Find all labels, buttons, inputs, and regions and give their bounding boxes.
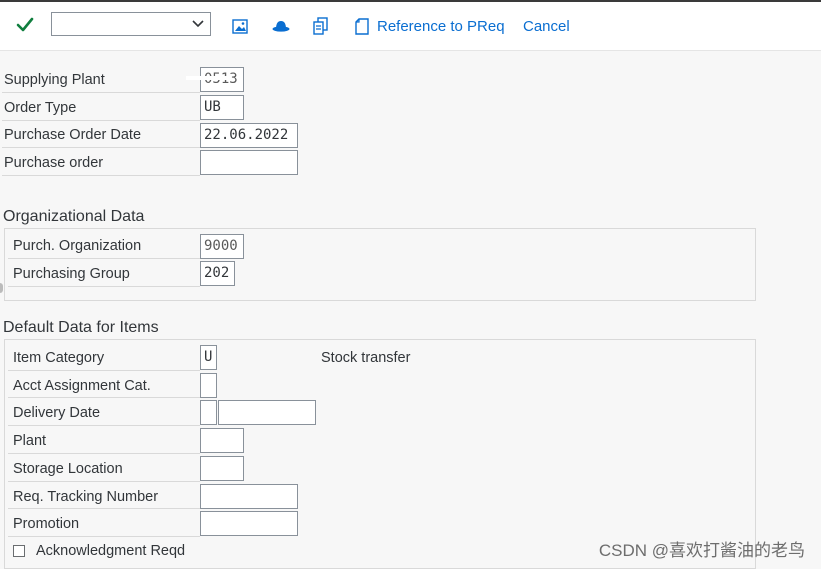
command-dropdown[interactable] <box>51 12 211 36</box>
acct-assignment-cat-label: Acct Assignment Cat. <box>13 378 151 394</box>
plant-input[interactable] <box>200 428 244 453</box>
purch-organization-input[interactable]: 9000 <box>200 234 244 259</box>
order-type-label: Order Type <box>4 100 77 116</box>
divider <box>8 508 200 509</box>
divider <box>2 120 200 121</box>
storage-location-label: Storage Location <box>13 461 123 477</box>
divider <box>2 175 200 176</box>
item-category-description: Stock transfer <box>321 350 411 366</box>
divider <box>8 453 200 454</box>
purchase-order-input[interactable] <box>200 150 298 175</box>
acct-assignment-cat-input[interactable] <box>200 373 217 398</box>
watermark: CSDN @喜欢打酱油的老鸟 <box>598 541 805 560</box>
divider <box>8 481 200 482</box>
purchase-order-date-label: Purchase Order Date <box>4 127 142 143</box>
divider <box>8 536 200 537</box>
divider <box>8 286 200 287</box>
reference-to-preq-button[interactable]: Reference to PReq <box>377 18 505 35</box>
check-icon[interactable] <box>16 17 34 33</box>
image-icon[interactable] <box>232 19 248 34</box>
copy-icon[interactable] <box>313 17 329 35</box>
divider <box>8 258 200 259</box>
storage-location-input[interactable] <box>200 456 244 481</box>
chevron-down-icon <box>192 20 204 28</box>
plant-label: Plant <box>13 433 47 449</box>
redaction-mark <box>202 252 242 255</box>
req-tracking-number-label: Req. Tracking Number <box>13 489 159 505</box>
scroll-edge-marker <box>0 283 3 293</box>
divider <box>8 425 200 426</box>
default-data-title: Default Data for Items <box>3 319 159 336</box>
acknowledgment-label: Acknowledgment Reqd <box>36 543 186 559</box>
promotion-input[interactable] <box>200 511 298 536</box>
delivery-date-input[interactable] <box>218 400 316 425</box>
supplying-plant-label: Supplying Plant <box>4 72 105 88</box>
delivery-date-label: Delivery Date <box>13 405 101 421</box>
document-icon[interactable] <box>355 18 369 35</box>
organizational-data-title: Organizational Data <box>3 208 145 225</box>
default-data-group <box>4 339 756 569</box>
req-tracking-number-input[interactable] <box>200 484 298 509</box>
divider <box>8 397 200 398</box>
toolbar: Reference to PReq Cancel <box>0 2 821 51</box>
promotion-label: Promotion <box>13 516 80 532</box>
acknowledgment-checkbox[interactable] <box>13 545 25 557</box>
hat-icon[interactable] <box>272 20 290 32</box>
purchasing-group-label: Purchasing Group <box>13 266 130 282</box>
cancel-button[interactable]: Cancel <box>523 18 570 35</box>
divider <box>8 370 200 371</box>
purchase-order-date-input[interactable]: 22.06.2022 <box>200 123 298 148</box>
item-category-input[interactable]: U <box>200 345 217 370</box>
purchase-order-label: Purchase order <box>4 155 104 171</box>
delivery-date-format-input[interactable] <box>200 400 217 425</box>
item-category-label: Item Category <box>13 350 105 366</box>
divider <box>2 147 200 148</box>
purch-organization-label: Purch. Organization <box>13 238 142 254</box>
divider <box>2 92 200 93</box>
purchasing-group-input[interactable]: 202 <box>200 261 235 286</box>
order-type-input[interactable]: UB <box>200 95 244 120</box>
redaction-mark <box>186 76 230 80</box>
